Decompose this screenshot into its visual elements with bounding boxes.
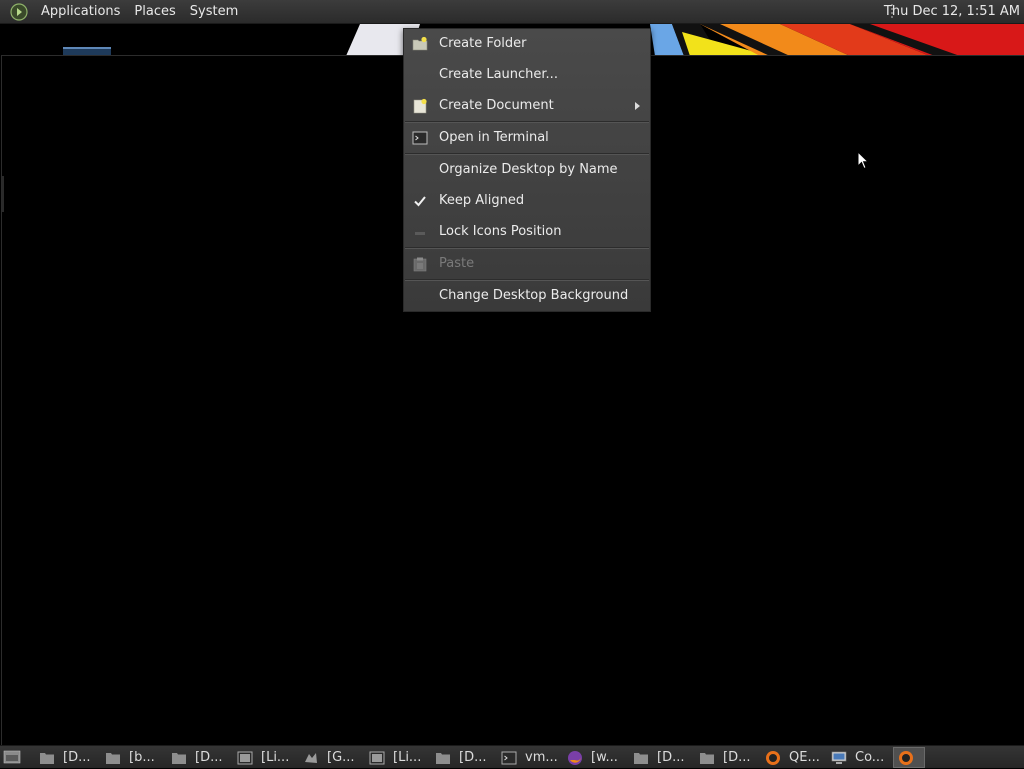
desktop-context-menu: Create Folder Create Launcher... Create …	[403, 28, 651, 312]
system-menu[interactable]: System	[183, 0, 245, 24]
folder-icon	[171, 750, 187, 766]
document-new-icon	[412, 98, 428, 114]
taskbar-label: [w...	[591, 750, 618, 765]
menu-item-create-folder[interactable]: Create Folder	[404, 29, 650, 59]
terminal-icon	[501, 750, 517, 766]
taskbar-button[interactable]: [G...	[299, 747, 361, 768]
bottom-taskbar: [D... [b... [D... [Li... [G... [Li... [D…	[0, 745, 1024, 768]
qemu-icon	[765, 750, 781, 766]
clock[interactable]: Thu Dec 12, 1:51 AM	[884, 0, 1020, 24]
taskbar-button[interactable]: [b...	[101, 747, 163, 768]
folder-icon	[105, 750, 121, 766]
gimp-icon	[303, 750, 319, 766]
lock-icon	[412, 224, 428, 240]
taskbar-button[interactable]: [w...	[563, 747, 625, 768]
folder-icon	[39, 750, 55, 766]
taskbar-label: [D...	[657, 750, 685, 765]
menu-label: Paste	[439, 256, 475, 271]
taskbar-label: [Li...	[261, 750, 290, 765]
taskbar-label: [D...	[195, 750, 223, 765]
folder-new-icon	[412, 36, 428, 52]
taskbar-label: [Li...	[393, 750, 422, 765]
menu-item-create-document[interactable]: Create Document	[404, 91, 650, 121]
top-panel: Applications Places System Thu Dec 12, 1…	[0, 0, 1024, 24]
menu-item-open-terminal[interactable]: Open in Terminal	[404, 123, 650, 153]
menu-item-keep-aligned[interactable]: Keep Aligned	[404, 186, 650, 216]
menu-item-change-background[interactable]: Change Desktop Background	[404, 281, 650, 311]
menu-label: Open in Terminal	[439, 130, 549, 145]
taskbar-label: QE...	[789, 750, 820, 765]
mouse-pointer-icon	[857, 150, 870, 171]
window-edge	[2, 176, 4, 212]
menu-item-lock-icons[interactable]: Lock Icons Position	[404, 217, 650, 247]
terminal-icon	[237, 750, 253, 766]
menu-label: Keep Aligned	[439, 193, 525, 208]
terminal-icon	[369, 750, 385, 766]
firefox-icon	[567, 750, 583, 766]
taskbar-label: [G...	[327, 750, 355, 765]
folder-icon	[435, 750, 451, 766]
menu-label: Create Folder	[439, 36, 527, 51]
show-desktop-icon[interactable]	[3, 749, 21, 765]
submenu-arrow-icon	[635, 102, 640, 110]
taskbar-label: [b...	[129, 750, 155, 765]
taskbar-button[interactable]: QE...	[761, 747, 823, 768]
taskbar-label: [D...	[459, 750, 487, 765]
places-menu[interactable]: Places	[127, 0, 182, 24]
menu-label: Organize Desktop by Name	[439, 162, 618, 177]
taskbar-label: vm...	[525, 750, 558, 765]
taskbar-button[interactable]: vm...	[497, 747, 559, 768]
menu-label: Create Launcher...	[439, 67, 558, 82]
taskbar-button[interactable]: [D...	[35, 747, 97, 768]
taskbar-button-active[interactable]	[893, 747, 925, 768]
menu-label: Change Desktop Background	[439, 288, 629, 303]
taskbar-label: [D...	[63, 750, 91, 765]
taskbar-button[interactable]: [D...	[695, 747, 757, 768]
checkmark-icon	[412, 193, 428, 209]
menu-item-organize-desktop[interactable]: Organize Desktop by Name	[404, 155, 650, 185]
qemu-icon	[898, 750, 914, 766]
taskbar-button[interactable]: [D...	[167, 747, 229, 768]
applications-menu[interactable]: Applications	[34, 0, 127, 24]
menu-item-paste[interactable]: Paste	[404, 249, 650, 279]
taskbar-button[interactable]: [Li...	[233, 747, 295, 768]
computer-icon	[831, 750, 847, 766]
taskbar-button[interactable]: [D...	[431, 747, 493, 768]
paste-icon	[412, 256, 428, 272]
menu-label: Create Document	[439, 98, 554, 113]
taskbar-button[interactable]: [Li...	[365, 747, 427, 768]
menu-label: Lock Icons Position	[439, 224, 562, 239]
taskbar-button[interactable]: Co...	[827, 747, 889, 768]
taskbar-label: [D...	[723, 750, 751, 765]
menu-item-create-launcher[interactable]: Create Launcher...	[404, 60, 650, 90]
terminal-icon	[412, 130, 428, 146]
taskbar-button[interactable]: [D...	[629, 747, 691, 768]
taskbar-label: Co...	[855, 750, 885, 765]
folder-icon	[699, 750, 715, 766]
folder-icon	[633, 750, 649, 766]
applications-logo-icon[interactable]	[10, 2, 28, 21]
